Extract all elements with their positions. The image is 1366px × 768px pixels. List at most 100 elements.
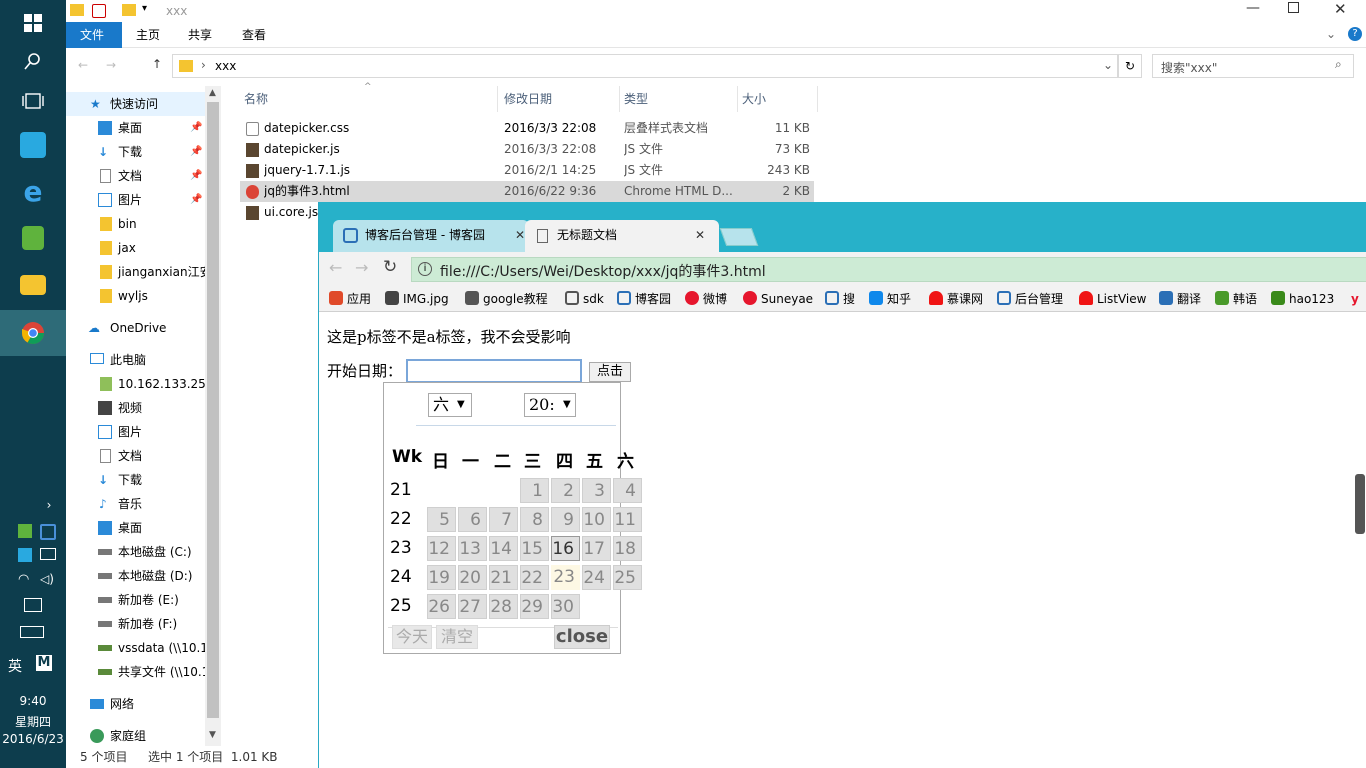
day-cell[interactable]: 28 — [489, 594, 518, 619]
bookmark-imooc[interactable]: 慕课网 — [929, 290, 983, 308]
nav-homegroup[interactable]: 家庭组 — [66, 724, 206, 748]
info-icon[interactable]: i — [418, 262, 432, 276]
day-cell[interactable]: 20 — [458, 565, 487, 590]
day-cell[interactable]: 11 — [613, 507, 642, 532]
day-cell[interactable]: 17 — [582, 536, 611, 561]
nav-music[interactable]: ♪ 音乐 — [66, 492, 206, 516]
close-button[interactable]: ✕ — [1334, 0, 1347, 18]
day-cell[interactable]: 13 — [458, 536, 487, 561]
nav-drive-d[interactable]: 本地磁盘 (D:) — [66, 564, 206, 588]
nav-pictures[interactable]: 图片 📌 — [66, 188, 206, 212]
day-cell[interactable]: 7 — [489, 507, 518, 532]
clock-day[interactable]: 星期四 — [0, 713, 66, 730]
bookmark-img[interactable]: IMG.jpg — [385, 290, 449, 308]
nav-network-location[interactable]: 10.162.133.253 — [66, 372, 206, 396]
action-center-icon[interactable] — [24, 598, 42, 612]
tray-battery-icon[interactable] — [40, 548, 56, 560]
nav-pc-documents[interactable]: 文档 — [66, 444, 206, 468]
new-folder-icon[interactable] — [122, 4, 136, 16]
volume-icon[interactable]: ◁) — [40, 572, 54, 586]
day-cell[interactable]: 10 — [582, 507, 611, 532]
day-cell[interactable]: 1 — [520, 478, 549, 503]
day-cell[interactable]: 30 — [551, 594, 580, 619]
nav-videos[interactable]: 视频 — [66, 396, 206, 420]
bookmark-weibo[interactable]: 微博 — [685, 290, 727, 308]
bookmark-cnblogs[interactable]: 博客园 — [617, 290, 671, 308]
day-cell[interactable]: 23 — [551, 565, 580, 590]
column-size[interactable]: 大小 — [738, 86, 818, 112]
tab-home[interactable]: 主页 — [122, 22, 174, 48]
start-date-input[interactable] — [406, 359, 582, 383]
bookmark-zhihu[interactable]: 知乎 — [869, 290, 911, 308]
taskbar-app-chrome[interactable] — [0, 310, 66, 356]
day-cell[interactable]: 22 — [520, 565, 549, 590]
nav-desktop[interactable]: 桌面 📌 — [66, 116, 206, 140]
pin-icon[interactable]: 📌 — [190, 116, 202, 140]
clock-date[interactable]: 2016/6/23 — [0, 732, 66, 746]
help-icon[interactable]: ? — [1348, 27, 1362, 41]
nav-downloads[interactable]: ↓ 下载 📌 — [66, 140, 206, 164]
pin-icon[interactable]: 📌 — [190, 188, 202, 212]
nav-vssdata[interactable]: vssdata (\\10.1 — [66, 636, 206, 660]
tab-close-icon[interactable]: ✕ — [515, 220, 525, 250]
nav-wyljs[interactable]: wyljs — [66, 284, 206, 308]
bookmark-korean[interactable]: 韩语 — [1215, 290, 1257, 308]
file-row[interactable]: jquery-1.7.1.js 2016/2/1 14:25 JS 文件 243… — [240, 160, 814, 181]
up-arrow-icon[interactable]: ↑ — [152, 57, 162, 71]
clear-button[interactable]: 清空 — [436, 625, 478, 649]
day-cell[interactable]: 8 — [520, 507, 549, 532]
back-arrow-icon[interactable]: ← — [329, 258, 342, 277]
tab-close-icon[interactable]: ✕ — [695, 220, 705, 250]
column-name[interactable]: 名称 — [240, 86, 498, 112]
ime-language[interactable]: 英 — [8, 656, 22, 676]
bookmark-apps[interactable]: 应用 — [329, 290, 371, 308]
pin-icon[interactable]: 📌 — [190, 140, 202, 164]
click-button[interactable]: 点击 — [589, 362, 631, 382]
day-cell[interactable]: 21 — [489, 565, 518, 590]
month-select[interactable]: 六 ▼ — [428, 393, 472, 417]
task-view-button[interactable] — [0, 78, 66, 124]
day-cell[interactable]: 3 — [582, 478, 611, 503]
tray-shield-icon[interactable] — [40, 524, 56, 540]
tab-untitled[interactable]: 无标题文档 ✕ — [525, 220, 719, 252]
bookmark-admin[interactable]: 后台管理 — [997, 290, 1063, 308]
qat-dropdown-icon[interactable]: ▾ — [142, 3, 147, 14]
ribbon-expand-icon[interactable]: ⌄ — [1326, 27, 1336, 41]
taskbar-app-explorer[interactable] — [0, 262, 66, 308]
refresh-button[interactable]: ↻ — [1118, 54, 1142, 78]
bookmark-hao123[interactable]: hao123 — [1271, 290, 1334, 308]
nav-pc-desktop[interactable]: 桌面 — [66, 516, 206, 540]
scroll-down-icon[interactable]: ▼ — [209, 730, 216, 740]
column-date[interactable]: 修改日期 — [500, 86, 620, 112]
tab-blog-admin[interactable]: 博客后台管理 - 博客园 ✕ — [333, 220, 529, 252]
ime-mode[interactable]: M — [36, 655, 52, 671]
bookmark-sou[interactable]: 搜 — [825, 290, 855, 308]
file-row[interactable]: ui.core.js — [240, 202, 318, 223]
close-datepicker-button[interactable]: close — [554, 625, 610, 649]
reload-icon[interactable]: ↻ — [383, 257, 397, 277]
properties-icon[interactable] — [92, 4, 106, 18]
day-cell[interactable]: 27 — [458, 594, 487, 619]
nav-network[interactable]: 网络 — [66, 692, 206, 716]
day-cell[interactable]: 19 — [427, 565, 456, 590]
minimize-button[interactable]: — — [1246, 0, 1260, 16]
file-row[interactable]: datepicker.css 2016/3/3 22:08 层叠样式表文档 11… — [240, 118, 814, 139]
day-cell[interactable]: 6 — [458, 507, 487, 532]
day-cell[interactable]: 29 — [520, 594, 549, 619]
tab-file[interactable]: 文件 — [66, 22, 122, 48]
taskbar-app-edge[interactable]: e — [0, 168, 66, 214]
breadcrumb[interactable]: xxx — [215, 59, 236, 73]
column-type[interactable]: 类型 — [620, 86, 738, 112]
nav-pc-downloads[interactable]: ↓ 下载 — [66, 468, 206, 492]
bookmark-sdk[interactable]: sdk — [565, 290, 604, 308]
day-cell[interactable]: 15 — [520, 536, 549, 561]
side-widget[interactable] — [1355, 474, 1365, 534]
address-bar[interactable]: › xxx ⌄ — [172, 54, 1118, 78]
file-row-selected[interactable]: jq的事件3.html 2016/6/22 9:36 Chrome HTML D… — [240, 181, 814, 202]
file-row[interactable]: datepicker.js 2016/3/3 22:08 JS 文件 73 KB — [240, 139, 814, 160]
year-select[interactable]: 20: ▼ — [524, 393, 576, 417]
day-cell[interactable]: 26 — [427, 594, 456, 619]
pin-icon[interactable]: 📌 — [190, 164, 202, 188]
nav-drive-e[interactable]: 新加卷 (E:) — [66, 588, 206, 612]
tab-view[interactable]: 查看 — [228, 22, 280, 48]
